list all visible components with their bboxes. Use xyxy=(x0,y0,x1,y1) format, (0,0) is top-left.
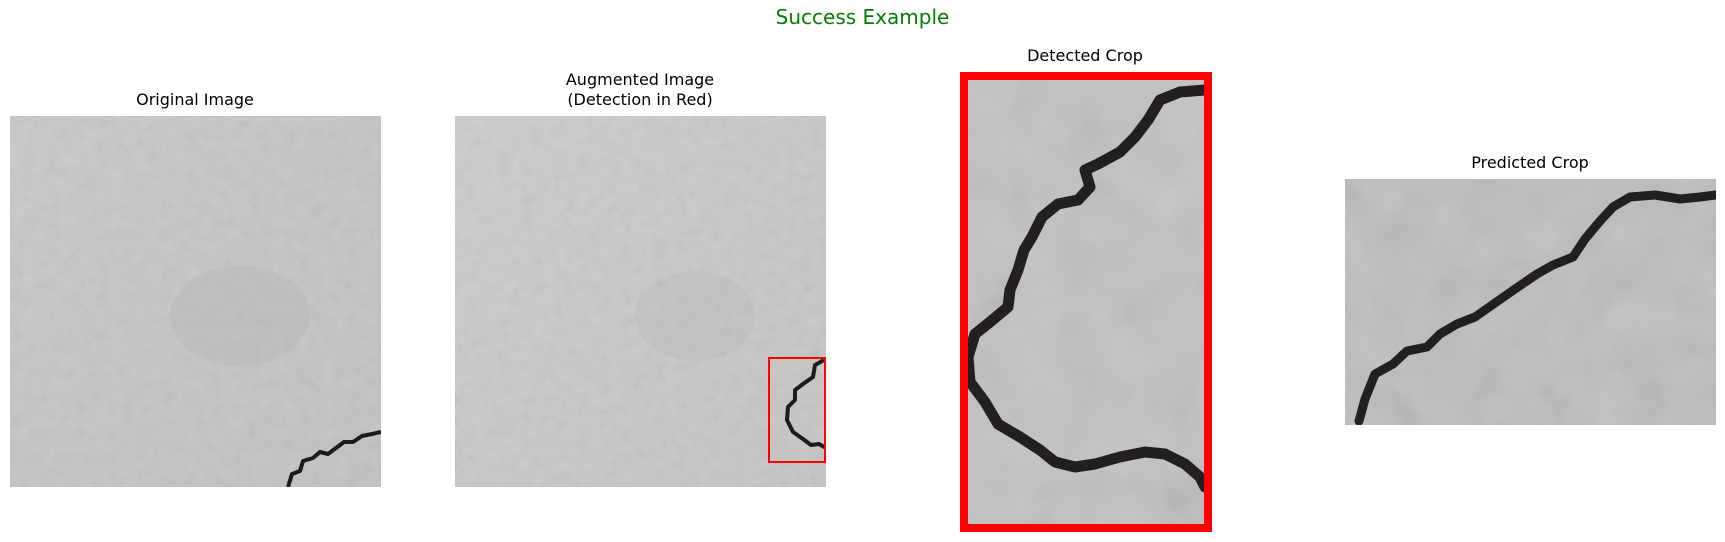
predicted-crop-texture xyxy=(1345,179,1716,425)
predicted-crop xyxy=(1345,179,1716,425)
predicted-crop-title: Predicted Crop xyxy=(1471,153,1589,172)
original-image xyxy=(10,116,381,487)
augmented-image-title: Augmented Image (Detection in Red) xyxy=(565,70,715,109)
detected-crop xyxy=(960,72,1212,532)
original-image-texture xyxy=(10,116,381,487)
augmented-image-texture xyxy=(455,116,826,487)
figure-title: Success Example xyxy=(775,5,950,29)
original-image-title: Original Image xyxy=(136,90,254,109)
augmented-image xyxy=(455,116,826,487)
detected-crop-title: Detected Crop xyxy=(1027,46,1143,65)
detected-crop-texture xyxy=(960,72,1212,532)
